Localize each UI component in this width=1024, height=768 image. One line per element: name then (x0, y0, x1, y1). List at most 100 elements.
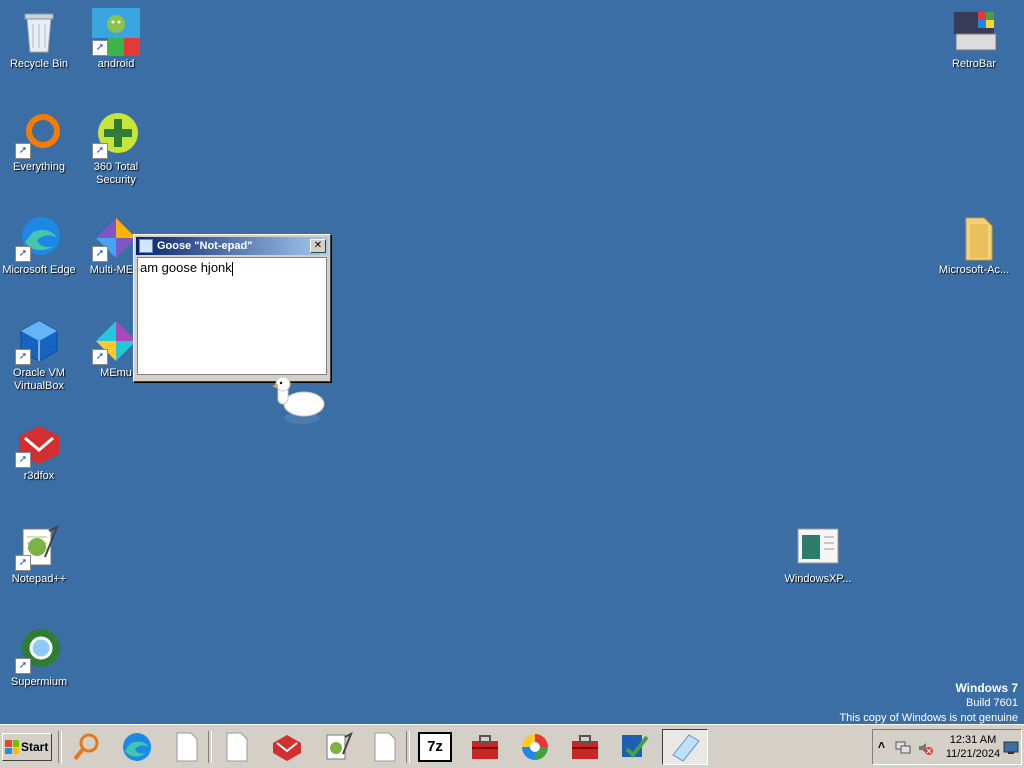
shortcut-arrow-icon: ➚ (92, 143, 108, 159)
clock-date: 11/21/2024 (945, 748, 1001, 760)
r3dfox-icon: ➚ (15, 420, 63, 468)
desktop-icon-r3dfox[interactable]: ➚ r3dfox (0, 420, 79, 483)
r3dfox-icon (273, 735, 301, 761)
desktop-icon-everything[interactable]: ➚ Everything (0, 111, 79, 174)
desktop-icon-notepadpp[interactable]: ➚ Notepad++ (0, 523, 79, 586)
shortcut-arrow-icon: ➚ (92, 349, 108, 365)
taskbar-separator (406, 731, 410, 763)
taskbar-button-search[interactable] (64, 729, 110, 765)
clock-time: 12:31 AM (949, 734, 997, 746)
taskbar-separator (208, 731, 212, 763)
desktop-icon-label: 360 Total Security (93, 161, 139, 186)
folder-icon (950, 214, 998, 262)
taskbar-button-checklist[interactable] (612, 729, 658, 765)
desktop-icon-label: Microsoft-Ac... (938, 264, 1010, 276)
retrobar-icon (950, 8, 998, 56)
desktop-icon-supermium[interactable]: ➚ Supermium (0, 626, 79, 689)
shortcut-arrow-icon: ➚ (15, 349, 31, 365)
desktop-icon-microsoft-ac-folder[interactable]: Microsoft-Ac... (934, 214, 1014, 277)
desktop-icon-label: Oracle VM VirtualBox (13, 367, 65, 392)
desktop-icon-label: android (97, 58, 135, 70)
desktop-icon-windowsxp-file[interactable]: WindowsXP... (778, 523, 858, 586)
blank-doc-icon (226, 732, 248, 762)
shortcut-arrow-icon: ➚ (15, 555, 31, 571)
virtualbox-icon: ➚ (15, 317, 63, 365)
taskbar-button-toolbox-1[interactable] (462, 729, 508, 765)
desktop-icon-label: Recycle Bin (9, 58, 69, 70)
desktop-icon-360-total-security[interactable]: ➚ 360 Total Security (76, 111, 156, 187)
notepadpp-icon (326, 731, 353, 760)
taskbar-button-doc-2[interactable] (214, 729, 260, 765)
notepad-icon (139, 239, 153, 253)
windowsxp-file-icon (794, 523, 842, 571)
desktop-icon-retrobar[interactable]: RetroBar (934, 8, 1014, 71)
watermark-os: Windows 7 (955, 681, 1018, 695)
recycle-bin-icon (15, 8, 63, 56)
taskbar-button-notepad-active[interactable] (662, 729, 708, 765)
desktop-icon-label: r3dfox (23, 470, 55, 482)
taskbar-button-doc-1[interactable] (164, 729, 210, 765)
shortcut-arrow-icon: ➚ (15, 246, 31, 262)
desktop-icon-label: Supermium (10, 676, 68, 688)
edge-icon: ➚ (15, 214, 63, 262)
desktop-icon-oracle-vm-virtualbox[interactable]: ➚ Oracle VM VirtualBox (0, 317, 79, 393)
desktop-icon-microsoft-edge[interactable]: ➚ Microsoft Edge (0, 214, 79, 277)
network-icon[interactable] (895, 740, 911, 756)
window-titlebar[interactable]: Goose "Not-epad" ✕ (136, 237, 328, 255)
start-button[interactable]: Start (2, 733, 52, 761)
edge-icon (123, 733, 151, 761)
shortcut-arrow-icon: ➚ (92, 40, 108, 56)
clock[interactable]: 12:31 AM 11/21/2024 (943, 733, 1003, 761)
taskbar-separator (58, 731, 62, 763)
taskbar-button-toolbox-2[interactable] (562, 729, 608, 765)
show-desktop-icon[interactable] (1003, 741, 1019, 755)
everything-icon: ➚ (15, 111, 63, 159)
notepad-icon (672, 734, 700, 762)
shortcut-arrow-icon: ➚ (92, 246, 108, 262)
system-tray: ˄ 12:31 AM 11/21/2024 (872, 729, 1022, 765)
close-icon: ✕ (313, 240, 323, 251)
taskbar: Start 7z ˄ 12:31 AM 11/21/2024 (0, 724, 1024, 768)
desktop-icon-recycle-bin[interactable]: Recycle Bin (0, 8, 79, 71)
chevron-up-icon[interactable]: ˄ (878, 738, 885, 752)
taskbar-button-edge[interactable] (114, 729, 160, 765)
windows-watermark: Windows 7 Build 7601 This copy of Window… (839, 681, 1018, 726)
shortcut-arrow-icon: ➚ (15, 143, 31, 159)
blank-doc-icon (176, 732, 198, 762)
360-security-icon: ➚ (92, 111, 140, 159)
taskbar-button-7zip[interactable]: 7z (412, 729, 458, 765)
desktop-goose (268, 376, 328, 430)
volume-muted-icon[interactable] (917, 740, 933, 756)
toolbox-icon (472, 735, 498, 759)
notepad-text-area[interactable]: am goose hjonk (137, 257, 327, 375)
toolbox-icon (572, 735, 598, 759)
notepad-text: am goose hjonk (140, 260, 232, 275)
desktop-icon-label: WindowsXP... (784, 573, 852, 585)
photos-icon (522, 734, 548, 760)
supermium-icon: ➚ (15, 626, 63, 674)
7zip-icon: 7z (418, 732, 452, 762)
desktop-icon-label: Microsoft Edge (2, 264, 76, 276)
desktop-icon-label: RetroBar (951, 58, 997, 70)
taskbar-button-doc-3[interactable] (362, 729, 408, 765)
search-icon (73, 733, 99, 761)
text-caret (231, 261, 233, 276)
desktop-icon-label: Everything (13, 161, 65, 173)
start-label: Start (21, 740, 49, 754)
blank-doc-icon (374, 732, 396, 762)
taskbar-button-r3dfox[interactable] (264, 729, 310, 765)
watermark-build: Build 7601 (966, 697, 1018, 709)
notepadpp-icon: ➚ (15, 523, 63, 571)
taskbar-button-notepadpp[interactable] (314, 729, 360, 765)
android-icon: ➚ (92, 8, 140, 56)
desktop-icon-android[interactable]: ➚ android (76, 8, 156, 71)
window-title: Goose "Not-epad" (157, 240, 253, 252)
windows-flag-icon (5, 740, 19, 754)
close-button[interactable]: ✕ (310, 239, 326, 253)
desktop-icon-label: Notepad++ (11, 573, 67, 585)
goose-notepad-window[interactable]: Goose "Not-epad" ✕ am goose hjonk (133, 234, 331, 382)
taskbar-button-photos[interactable] (512, 729, 558, 765)
checklist-icon (622, 735, 649, 759)
shortcut-arrow-icon: ➚ (15, 452, 31, 468)
shortcut-arrow-icon: ➚ (15, 658, 31, 674)
